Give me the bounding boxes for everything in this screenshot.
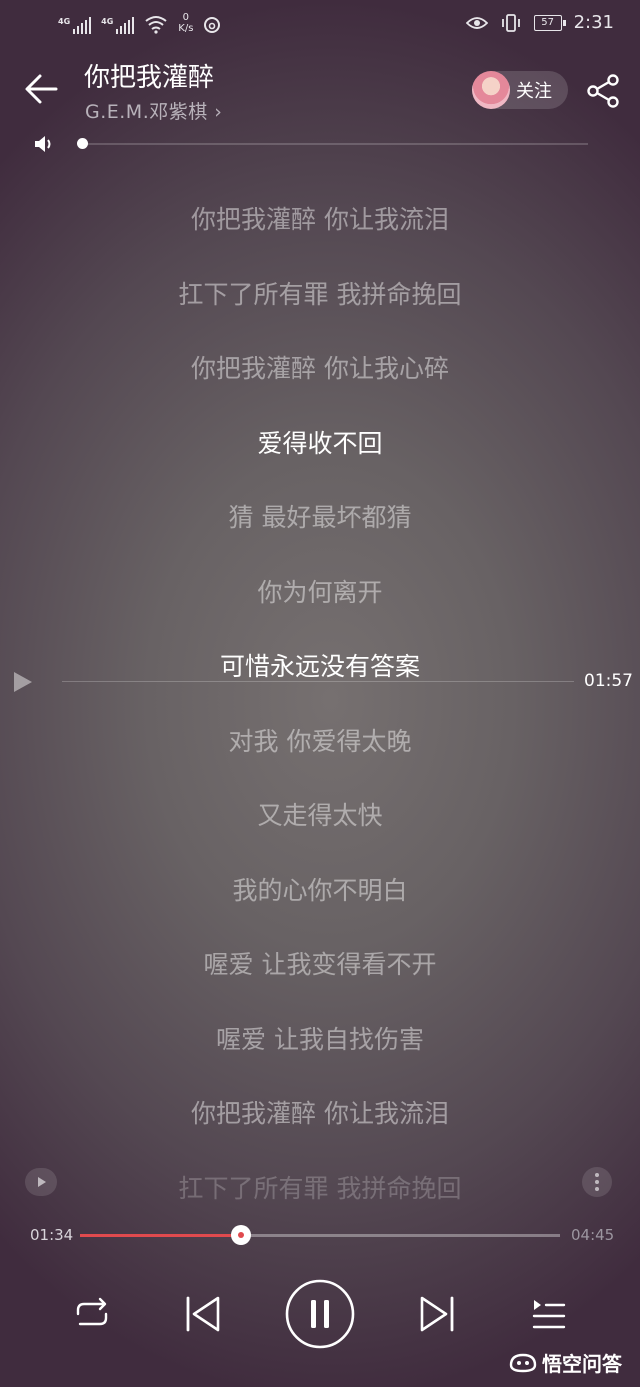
sim2-network-tag: 4G bbox=[101, 17, 114, 26]
sim1-network-tag: 4G bbox=[58, 17, 71, 26]
volume-control bbox=[0, 130, 640, 158]
vibrate-icon bbox=[501, 13, 520, 32]
playback-controls bbox=[0, 1270, 640, 1360]
progress-fill bbox=[80, 1234, 242, 1237]
signal-sim1-icon: 4G bbox=[58, 17, 92, 34]
video-button[interactable] bbox=[25, 1168, 57, 1196]
progress-handle[interactable] bbox=[231, 1225, 252, 1245]
playlist-icon[interactable] bbox=[530, 1296, 568, 1332]
total-time: 04:45 bbox=[571, 1226, 615, 1244]
previous-track-icon[interactable] bbox=[184, 1294, 222, 1334]
lyric-line: 扛下了所有罪 我拼命挽回 bbox=[178, 279, 462, 309]
more-vertical-icon bbox=[595, 1173, 599, 1191]
lyric-line: 喔爱 让我自找伤害 bbox=[216, 1024, 424, 1054]
lyric-line: 你把我灌醉 你让我流泪 bbox=[191, 1099, 449, 1128]
netease-music-icon bbox=[204, 17, 221, 33]
play-from-line-icon[interactable] bbox=[12, 670, 34, 694]
lyric-line: 你把我灌醉 你让我心碎 bbox=[191, 354, 449, 383]
eye-comfort-icon bbox=[465, 16, 488, 29]
battery-icon: 57 bbox=[533, 14, 566, 31]
lyric-seek-time: 01:57 bbox=[584, 671, 633, 691]
speaker-icon[interactable] bbox=[33, 134, 55, 154]
lyric-line: 猜 最好最坏都猜 bbox=[228, 503, 412, 532]
lyric-line: 我的心你不明白 bbox=[232, 875, 408, 905]
lyric-line: 扛下了所有罪 我拼命挽回 bbox=[178, 1173, 462, 1203]
lyric-line: 可惜永远没有答案 bbox=[219, 652, 420, 681]
next-track-icon[interactable] bbox=[418, 1294, 456, 1334]
lyric-line: 你为何离开 bbox=[257, 577, 383, 607]
signal-sim2-icon: 4G bbox=[101, 17, 135, 34]
chevron-right-icon: › bbox=[214, 101, 223, 123]
watermark-text: 悟空问答 bbox=[542, 1352, 622, 1376]
lyric-line: 你把我灌醉 你让我流泪 bbox=[191, 205, 449, 234]
status-time: 2:31 bbox=[573, 12, 614, 33]
lyric-line: 对我 你爱得太晚 bbox=[228, 726, 412, 756]
player-header: 你把我灌醉 G.E.M.邓紫棋 › 关注 bbox=[0, 55, 640, 135]
status-bar: 4G 4G 0 K/s 57 2:31 bbox=[0, 0, 640, 50]
lyric-line: 爱得收不回 bbox=[257, 428, 383, 458]
battery-level: 57 bbox=[541, 16, 554, 28]
current-time: 01:34 bbox=[30, 1226, 74, 1244]
volume-slider-track[interactable] bbox=[82, 143, 588, 145]
repeat-icon[interactable] bbox=[72, 1296, 112, 1332]
lyric-seek-line bbox=[62, 681, 574, 682]
follow-button[interactable]: 关注 bbox=[472, 71, 568, 109]
wifi-icon bbox=[145, 16, 167, 34]
volume-slider-handle[interactable] bbox=[77, 138, 88, 149]
lyric-line: 喔爱 让我变得看不开 bbox=[203, 950, 437, 979]
network-speed: 0 K/s bbox=[178, 12, 193, 34]
progress-track[interactable] bbox=[80, 1225, 560, 1245]
back-arrow-icon[interactable] bbox=[22, 71, 62, 107]
lyric-line: 又走得太快 bbox=[257, 801, 383, 830]
network-speed-unit: K/s bbox=[178, 23, 194, 34]
artist-name: G.E.M.邓紫棋 bbox=[85, 101, 208, 123]
share-icon[interactable] bbox=[586, 73, 622, 109]
network-speed-value: 0 bbox=[182, 12, 190, 23]
follow-label: 关注 bbox=[516, 81, 552, 102]
watermark: 悟空问答 bbox=[508, 1348, 622, 1377]
artist-link[interactable]: G.E.M.邓紫棋 › bbox=[85, 97, 222, 124]
playback-progress: 01:34 04:45 bbox=[0, 1220, 640, 1252]
more-options-button[interactable] bbox=[582, 1167, 612, 1197]
pause-button[interactable] bbox=[284, 1278, 356, 1350]
song-title: 你把我灌醉 bbox=[84, 63, 215, 93]
artist-avatar bbox=[472, 71, 510, 109]
wukong-logo-icon bbox=[509, 1353, 537, 1372]
play-small-icon bbox=[38, 1177, 46, 1187]
